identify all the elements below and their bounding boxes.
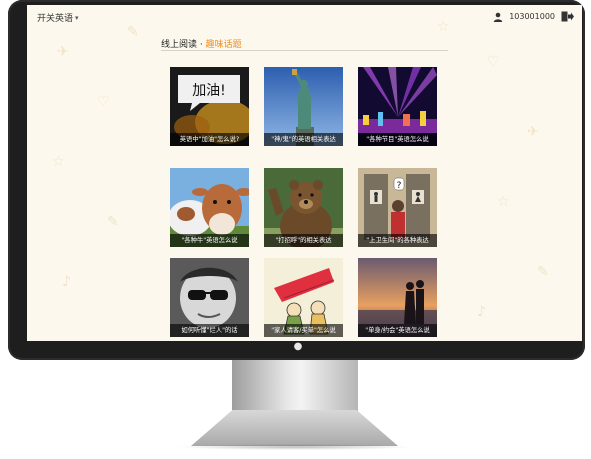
app-menu[interactable]: 开关英语 ▾ <box>37 11 79 25</box>
topic-caption: "上卫生间"的各种表达 <box>358 234 437 247</box>
logout-icon[interactable] <box>561 11 574 22</box>
top-bar: 开关英语 ▾ 103001000 <box>27 5 582 27</box>
paper-plane-icon: ✈ <box>57 44 69 60</box>
svg-text:?: ? <box>397 181 402 191</box>
topic-caption: 英语中"加油"怎么说? <box>170 133 249 146</box>
divider <box>161 50 448 51</box>
topic-caption: "各种节目"英语怎么说 <box>358 133 437 146</box>
topic-tile-cheer[interactable]: 加油! 英语中"加油"怎么说? <box>170 67 249 146</box>
music-icon: ♪ <box>477 304 486 320</box>
section-title-highlight[interactable]: 趣味话题 <box>206 40 242 50</box>
monitor-stand-base <box>191 410 398 446</box>
chevron-down-icon: ▾ <box>75 13 79 22</box>
star-icon: ☆ <box>52 154 65 170</box>
screen: ✈ ♡ ☆ ✎ ♪ ♡ ✈ ☆ ✎ ♪ ✎ ☆ 开关英语 ▾ 103001000 <box>27 5 582 341</box>
topic-tile-restroom[interactable]: ? "上卫生间"的各种表达 <box>358 168 437 247</box>
paper-plane-icon: ✈ <box>527 124 539 140</box>
topic-tile-dating[interactable]: "单身/约会"英语怎么说 <box>358 258 437 337</box>
topic-caption: "神/鬼"的英语相关表达 <box>264 133 343 146</box>
topic-tile-treat[interactable]: "家人请客/买单"怎么说 <box>264 258 343 337</box>
stand-shadow <box>176 444 413 450</box>
user-id[interactable]: 103001000 <box>509 12 555 21</box>
app-menu-label: 开关英语 <box>37 14 74 24</box>
pencil-icon: ✎ <box>107 214 119 230</box>
topic-caption: "打招呼"的相关表达 <box>264 234 343 247</box>
topic-tile-slang[interactable]: 如何听懂"烂人"的话 <box>170 258 249 337</box>
pencil-icon: ✎ <box>537 264 549 280</box>
topic-caption: "单身/约会"英语怎么说 <box>358 324 437 337</box>
section-title-prefix: 线上阅读 · <box>161 40 206 50</box>
cheer-image-text: 加油! <box>192 83 226 99</box>
music-icon: ♪ <box>62 274 71 290</box>
star-icon: ☆ <box>497 194 510 210</box>
topic-tile-god[interactable]: "神/鬼"的英语相关表达 <box>264 67 343 146</box>
pencil-icon: ✎ <box>127 24 139 40</box>
heart-icon: ♡ <box>487 54 500 70</box>
topic-caption: "各种牛"英语怎么说 <box>170 234 249 247</box>
user-icon <box>493 12 503 22</box>
section-title: 线上阅读 · 趣味话题 <box>161 37 242 50</box>
topic-tile-cow[interactable]: "各种牛"英语怎么说 <box>170 168 249 247</box>
topic-caption: 如何听懂"烂人"的话 <box>170 324 249 337</box>
monitor-stand-neck <box>232 360 358 416</box>
user-area: 103001000 <box>493 11 574 22</box>
topic-tile-shows[interactable]: "各种节目"英语怎么说 <box>358 67 437 146</box>
topic-tile-greet[interactable]: "打招呼"的相关表达 <box>264 168 343 247</box>
apple-logo-icon: ● <box>293 341 303 352</box>
heart-icon: ♡ <box>97 94 110 110</box>
topic-caption: "家人请客/买单"怎么说 <box>264 324 343 337</box>
monitor-bezel: ● ✈ ♡ ☆ ✎ ♪ ♡ ✈ ☆ ✎ ♪ ✎ ☆ 开关英语 ▾ 1030010… <box>8 0 585 360</box>
